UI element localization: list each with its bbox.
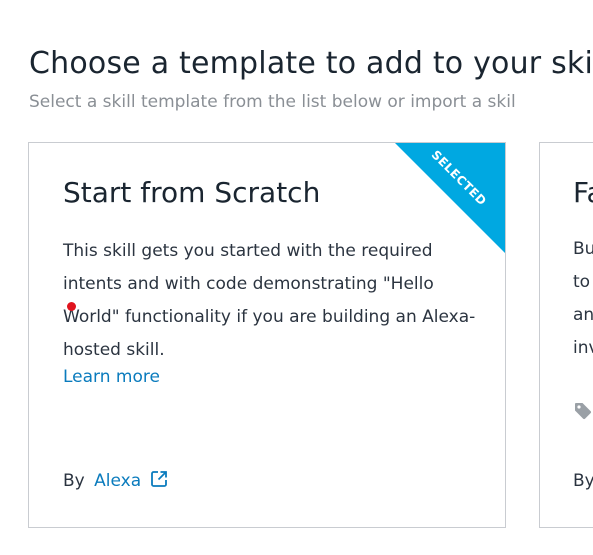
by-label: By (573, 471, 593, 491)
page-title: Choose a template to add to your skill (29, 46, 593, 81)
author-name: Alexa (94, 471, 142, 491)
cursor-dot (67, 302, 76, 311)
template-card-start-from-scratch[interactable]: SELECTED Start from Scratch This skill g… (28, 142, 506, 528)
tag-icon (575, 403, 592, 420)
card-title: Fa (573, 176, 593, 209)
card-description: This skill gets you started with the req… (63, 241, 476, 360)
template-card-partial[interactable]: Fa Bu to an inv By (539, 142, 593, 528)
card-description-line: an (573, 305, 593, 325)
template-chooser-page: Choose a template to add to your skill S… (0, 0, 593, 555)
external-link-icon (150, 471, 167, 487)
card-description-line: inv (573, 338, 593, 358)
author-line: By Alexa (63, 469, 168, 493)
page-subtitle: Select a skill template from the list be… (29, 92, 516, 112)
card-title: Start from Scratch (63, 176, 321, 209)
learn-more-link[interactable]: Learn more (63, 365, 160, 389)
author-link[interactable]: Alexa (94, 471, 167, 491)
by-label: By (63, 471, 85, 491)
card-description-line: Bu (573, 239, 593, 259)
card-description-line: to (573, 272, 591, 292)
